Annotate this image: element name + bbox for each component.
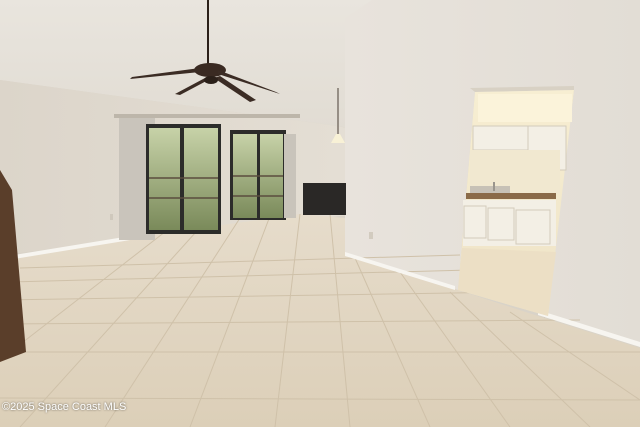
sliding-door-right	[230, 130, 286, 220]
countertop	[466, 193, 556, 199]
kitchen-sink	[470, 186, 510, 193]
kitchen-ceiling-light	[478, 94, 572, 122]
curtain-rod	[114, 114, 300, 118]
dark-cabinet	[303, 183, 346, 215]
lower-cabinets	[463, 200, 556, 246]
room-photo	[0, 0, 640, 427]
wall-outlet-right	[369, 232, 373, 239]
watermark-text: ©2025 Space Coast MLS	[2, 401, 127, 413]
curtain-right	[284, 134, 296, 218]
sliding-door-left	[146, 124, 221, 234]
wall-outlet	[110, 214, 113, 220]
